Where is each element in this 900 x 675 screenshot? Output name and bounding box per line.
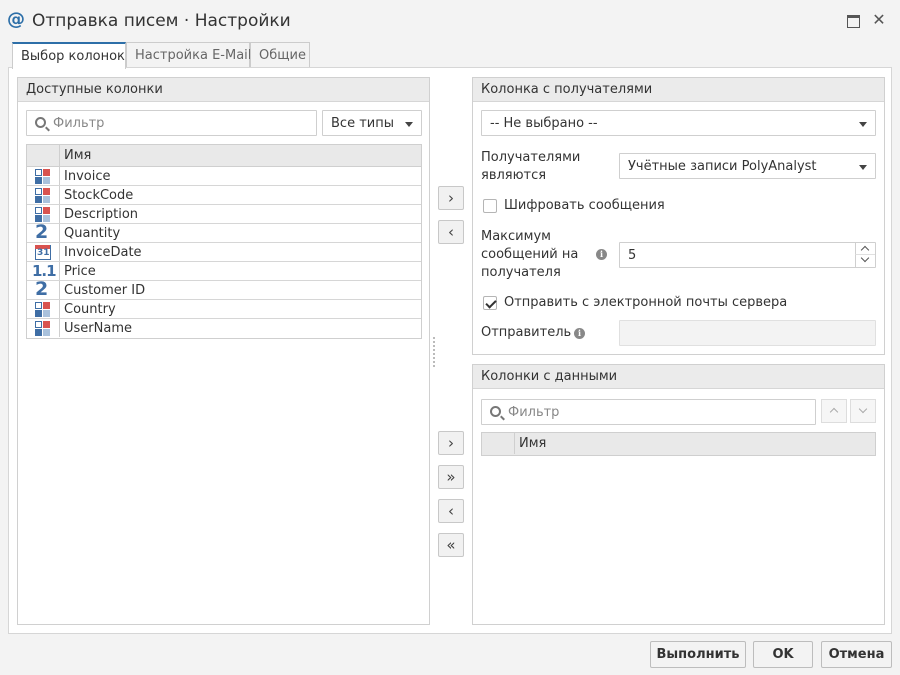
available-columns-panel: Доступные колонки Фильтр Все типы Имя In…: [17, 77, 430, 625]
send-from-server-label: Отправить с электронной почты сервера: [504, 295, 788, 310]
string-type-icon: [35, 321, 51, 337]
sender-label: Отправитель: [481, 325, 572, 340]
column-name: InvoiceDate: [64, 245, 142, 260]
chevron-down-icon: [858, 404, 868, 414]
send-from-server-checkbox[interactable]: [483, 296, 497, 310]
recipients-are-dropdown[interactable]: Учётные записи PolyAnalyst: [619, 153, 876, 179]
column-name: Quantity: [64, 226, 121, 241]
add-data-column-button[interactable]: ›: [438, 431, 464, 455]
chevron-down-icon: [859, 165, 867, 170]
available-columns-header: Доступные колонки: [18, 78, 429, 102]
move-down-button[interactable]: [850, 399, 876, 423]
maximize-icon[interactable]: [845, 12, 861, 28]
search-icon: [35, 117, 46, 128]
info-icon: i: [574, 328, 585, 339]
search-icon: [490, 406, 501, 417]
run-button[interactable]: Выполнить: [650, 641, 746, 668]
table-row[interactable]: Description: [27, 205, 421, 224]
window-title: Отправка писем · Настройки: [32, 11, 291, 31]
info-icon: i: [596, 249, 607, 260]
column-name: Customer ID: [64, 283, 146, 298]
column-name: Price: [64, 264, 96, 279]
chevron-down-icon: [405, 122, 413, 127]
move-up-button[interactable]: [821, 399, 847, 423]
grid-header: Имя: [27, 145, 421, 167]
table-row[interactable]: StockCode: [27, 186, 421, 205]
table-row[interactable]: Invoice: [27, 167, 421, 186]
data-columns-grid: Имя: [481, 432, 876, 456]
column-header-name[interactable]: Имя: [64, 148, 91, 163]
recipients-header: Колонка с получателями: [473, 78, 884, 102]
filter-placeholder: Фильтр: [53, 116, 105, 131]
calendar-icon: 31: [35, 245, 51, 260]
recipient-column-value: -- Не выбрано --: [490, 116, 598, 131]
table-row[interactable]: UserName: [27, 319, 421, 338]
max-messages-value: 5: [628, 248, 637, 263]
max-messages-stepper[interactable]: 5: [619, 242, 876, 268]
data-columns-header: Колонки с данными: [473, 365, 884, 389]
type-filter-dropdown[interactable]: Все типы: [322, 110, 422, 136]
tab-general[interactable]: Общие: [250, 42, 310, 68]
integer-type-icon: 2: [35, 221, 49, 243]
encrypt-checkbox[interactable]: [483, 199, 497, 213]
string-type-icon: [35, 302, 51, 318]
data-filter-input[interactable]: Фильтр: [481, 399, 816, 425]
recipient-column-dropdown[interactable]: -- Не выбрано --: [481, 110, 876, 136]
available-filter-input[interactable]: Фильтр: [26, 110, 317, 136]
table-row[interactable]: 2 Customer ID: [27, 278, 421, 300]
recipients-panel: Колонка с получателями -- Не выбрано -- …: [472, 77, 885, 355]
cancel-button[interactable]: Отмена: [821, 641, 892, 668]
add-all-data-columns-button[interactable]: »: [438, 465, 464, 489]
remove-data-column-button[interactable]: ‹: [438, 499, 464, 523]
column-name: StockCode: [64, 188, 134, 203]
sender-field: [619, 320, 876, 346]
grid-corner: [482, 433, 515, 454]
max-messages-label: Максимум сообщений на получателя: [481, 229, 579, 280]
remove-recipient-column-button[interactable]: ‹: [438, 220, 464, 244]
type-filter-value: Все типы: [331, 116, 394, 131]
title-bar: @ Отправка писем · Настройки ✕: [0, 0, 900, 42]
column-name: Country: [64, 302, 116, 317]
grid-header: Имя: [482, 433, 875, 455]
column-header-name[interactable]: Имя: [519, 436, 546, 451]
chevron-down-icon: [859, 122, 867, 127]
column-name: Description: [64, 207, 139, 222]
encrypt-label: Шифровать сообщения: [504, 198, 665, 213]
splitter-handle[interactable]: [433, 337, 435, 367]
recipients-are-value: Учётные записи PolyAnalyst: [628, 159, 817, 174]
at-icon: @: [7, 9, 25, 30]
table-row[interactable]: 31 InvoiceDate: [27, 243, 421, 262]
close-icon[interactable]: ✕: [871, 12, 887, 28]
decrement-icon[interactable]: [855, 253, 875, 267]
remove-all-data-columns-button[interactable]: «: [438, 533, 464, 557]
add-recipient-column-button[interactable]: ›: [438, 186, 464, 210]
chevron-up-icon: [829, 407, 839, 417]
column-name: UserName: [64, 321, 132, 336]
integer-type-icon: 2: [35, 278, 49, 300]
table-row[interactable]: Country: [27, 300, 421, 319]
available-columns-grid: Имя Invoice StockCode Description 2 Quan…: [26, 144, 422, 339]
filter-placeholder: Фильтр: [508, 405, 560, 420]
tab-email-settings[interactable]: Настройка E-Mail: [126, 42, 251, 68]
tab-content: Доступные колонки Фильтр Все типы Имя In…: [8, 67, 892, 634]
ok-button[interactable]: OK: [753, 641, 813, 668]
string-type-icon: [35, 169, 51, 185]
table-row[interactable]: 2 Quantity: [27, 221, 421, 243]
grid-corner: [27, 145, 60, 166]
recipients-are-label: Получателями являются: [481, 150, 581, 183]
data-columns-panel: Колонки с данными Фильтр Имя: [472, 364, 885, 625]
column-name: Invoice: [64, 169, 111, 184]
string-type-icon: [35, 188, 51, 204]
tab-column-selection[interactable]: Выбор колонок: [12, 42, 126, 69]
table-row[interactable]: 1.1 Price: [27, 262, 421, 281]
